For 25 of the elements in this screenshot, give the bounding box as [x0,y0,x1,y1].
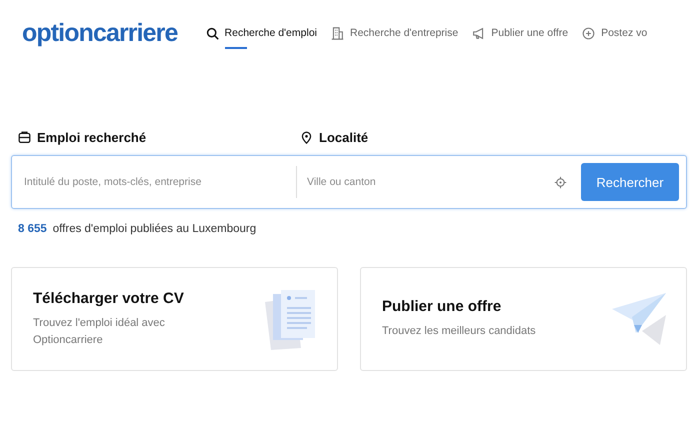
card[interactable]: Publier une offre Trouvez les meilleurs candidats [360,267,687,371]
job-count: 8 655 [18,223,47,235]
field-label: Emploi recherché [37,130,146,145]
logo[interactable]: optioncarriere [22,18,178,48]
plus-circle-icon [582,26,596,40]
field-label: Localité [319,130,368,145]
search-icon [206,26,219,40]
card-text: Trouvez les meilleurs candidats [382,324,537,339]
location-input-field[interactable]: Ville ou canton [297,166,554,198]
locate-icon[interactable] [554,176,567,188]
megaphone-icon [472,26,486,40]
location-pin-icon [300,131,313,144]
nav-tab[interactable]: Recherche d'entreprise [331,21,458,45]
card[interactable]: Télécharger votre CV Trouvez l'emploi idéal avec Optioncarriere [11,267,338,371]
nav-tab[interactable]: Postez vo [582,21,648,45]
card-text: Trouvez l'emploi idéal avec Optioncarriere [33,316,166,348]
building-icon [331,26,344,40]
job-input-field[interactable]: Intitulé du poste, mots-clés, entreprise [22,166,297,198]
card-title: Télécharger votre CV [33,290,185,306]
search-button[interactable]: Rechercher [581,163,679,201]
count-text: offres d'emploi publiées au Luxembourg [52,223,256,235]
card-title: Publier une offre [382,298,502,315]
briefcase-icon [18,131,31,144]
paper-plane-drawing [612,291,668,347]
nav-tab[interactable]: Publier une offre [472,21,568,45]
